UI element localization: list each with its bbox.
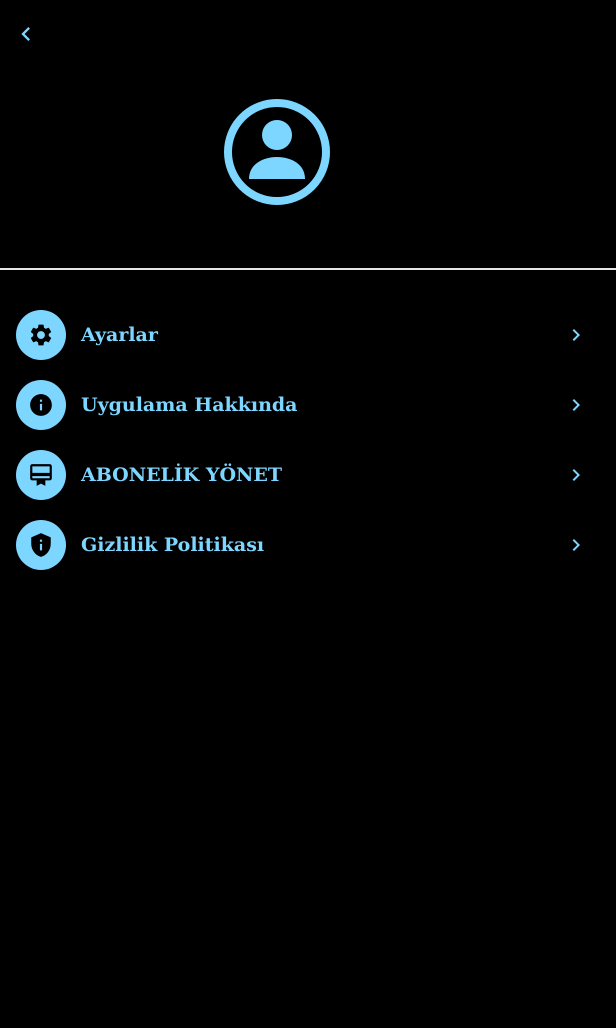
chevron-right-icon (572, 539, 580, 551)
profile-avatar (223, 98, 331, 206)
chevron-left-icon[interactable] (12, 20, 40, 48)
chevron-right-icon (572, 469, 580, 481)
menu-icon-badge (16, 310, 66, 360)
menu-icon-badge (16, 520, 66, 570)
info-icon (30, 394, 52, 416)
chevron-right-icon (572, 329, 580, 341)
menu-icon-badge (16, 380, 66, 430)
back-button[interactable] (12, 20, 40, 48)
menu-item-settings[interactable]: Ayarlar (0, 300, 616, 370)
menu-item-privacy[interactable]: Gizlilik Politikası (0, 510, 616, 580)
menu-item-label: ABONELİK YÖNET (81, 464, 283, 486)
account-circle-icon (224, 99, 330, 205)
chevron-right-icon (572, 399, 580, 411)
gear-icon (30, 324, 52, 346)
shield-icon (31, 533, 51, 557)
settings-menu: Ayarlar Uygulama Hakkında ABONELİK YÖNET (0, 300, 616, 580)
menu-item-subscription[interactable]: ABONELİK YÖNET (0, 440, 616, 510)
menu-item-label: Uygulama Hakkında (81, 394, 298, 416)
menu-item-label: Gizlilik Politikası (81, 534, 265, 556)
menu-item-about[interactable]: Uygulama Hakkında (0, 370, 616, 440)
subscription-card-icon (30, 464, 52, 486)
section-divider (0, 268, 616, 270)
menu-icon-badge (16, 450, 66, 500)
menu-item-label: Ayarlar (81, 324, 158, 346)
